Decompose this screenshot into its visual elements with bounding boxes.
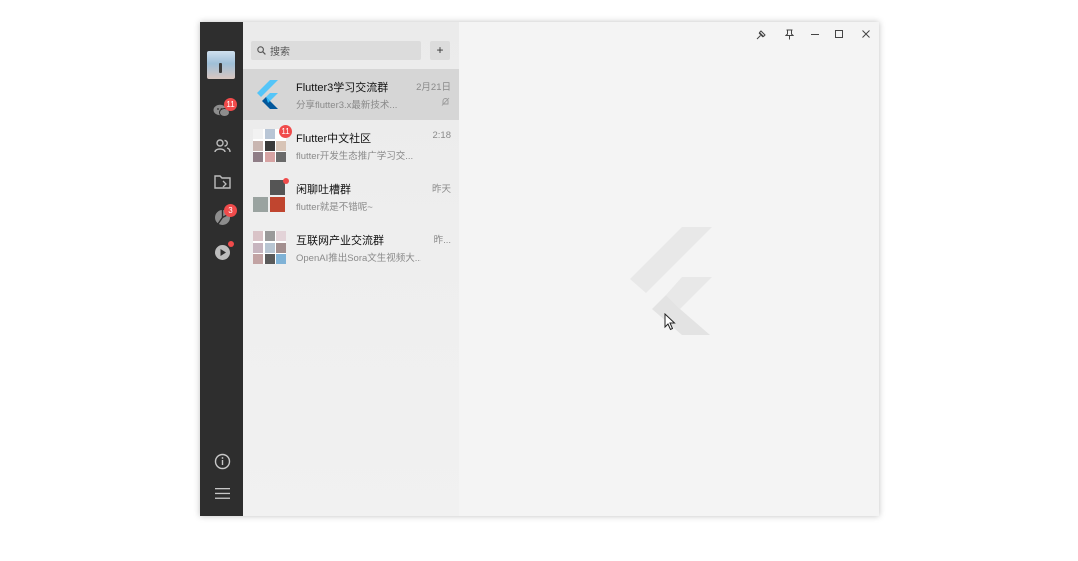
search-placeholder: 搜索 [270,47,290,58]
chat-name: 互联网产业交流群 [296,235,384,247]
chat-unread-badge: 11 [279,125,292,138]
chat-name: Flutter中文社区 [296,133,372,145]
chat-time: 昨... [433,235,451,246]
unread-dot [283,178,289,184]
main-pane [459,22,879,516]
chat-item-internet-industry[interactable]: 互联网产业交流群 OpenAI推出Sora文生视频大... 昨... [243,222,459,273]
keep-top-icon [784,29,794,39]
maximize-button[interactable] [832,28,846,40]
mouse-cursor-icon [664,313,676,331]
group-avatar-grid [253,231,286,264]
keep-top-button[interactable] [782,28,796,40]
chat-last-message: OpenAI推出Sora文生视频大... [296,253,421,264]
rail-contacts-button[interactable] [212,136,232,156]
moments-badge: 3 [224,204,237,217]
rail-moments-button[interactable]: 3 [212,204,237,227]
chat-time: 昨天 [431,184,451,195]
chat-list-panel: 搜索 + Flutter3学习交流群 分享flutter3.x最新技术... 2… [243,22,459,516]
user-avatar[interactable] [207,51,235,79]
chat-time: 2月21日 [416,82,451,93]
app-window: 11 3 搜索 + Flutter3学习交流群 分享flutter3.x最新技术… [200,22,879,516]
rail-chat-button[interactable]: 11 [212,98,237,121]
close-icon [862,30,870,38]
search-input[interactable]: 搜索 [251,41,421,60]
pin-icon [756,29,766,39]
chat-item-chitchat[interactable]: 闲聊吐槽群 flutter就是不错呢~ 昨天 [243,171,459,222]
info-icon [214,453,230,469]
pin-button[interactable] [754,28,768,40]
chat-unread-badge: 11 [224,98,237,111]
rail-folder-button[interactable] [212,172,232,192]
minimize-button[interactable] [808,28,822,40]
chat-last-message: 分享flutter3.x最新技术... [296,100,398,111]
group-avatar-grid [253,180,286,213]
mute-bell-icon [441,97,450,106]
minimize-icon [811,34,819,35]
chat-name: 闲聊吐槽群 [296,184,351,196]
contacts-icon [213,139,231,153]
chat-last-message: flutter就是不错呢~ [296,202,373,213]
chat-last-message: flutter开发生态推广学习交... [296,151,414,162]
chat-item-flutter-community[interactable]: 11 Flutter中文社区 flutter开发生态推广学习交... 2:18 [243,120,459,171]
menu-icon [214,487,230,499]
left-rail: 11 3 [200,22,243,516]
close-button[interactable] [859,28,873,40]
rail-menu-button[interactable] [212,483,232,503]
search-icon [257,46,266,55]
chat-item-flutter3[interactable]: Flutter3学习交流群 分享flutter3.x最新技术... 2月21日 [243,69,459,120]
add-button[interactable]: + [430,41,450,60]
chat-time: 2:18 [432,130,452,141]
video-dot [228,241,234,247]
chat-name: Flutter3学习交流群 [296,82,389,94]
flutter-logo-avatar [257,80,278,109]
folder-icon [213,175,231,189]
rail-info-button[interactable] [212,451,232,471]
rail-video-button[interactable] [212,241,234,262]
maximize-icon [835,30,843,38]
